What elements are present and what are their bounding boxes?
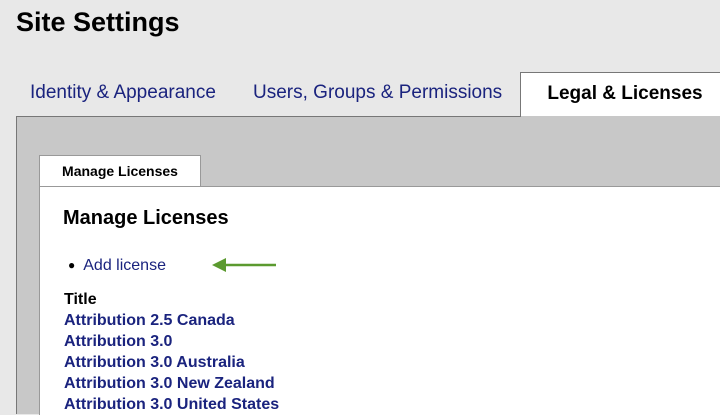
action-list: ● Add license [68, 255, 166, 276]
tab-users-groups-permissions[interactable]: Users, Groups & Permissions [253, 72, 502, 116]
left-arrow-icon [212, 258, 276, 272]
page-title: Site Settings [16, 7, 180, 37]
action-item: ● Add license [68, 255, 166, 276]
main-tabs: Identity & Appearance Users, Groups & Pe… [16, 72, 720, 116]
license-link-attribution-2-5-canada[interactable]: Attribution 2.5 Canada [64, 310, 279, 331]
manage-licenses-panel: Manage Licenses ● Add license Title Attri… [39, 186, 720, 415]
license-link-attribution-3-0-new-zealand[interactable]: Attribution 3.0 New Zealand [64, 373, 279, 394]
tab-content-panel: Manage Licenses Manage Licenses ● Add lic… [16, 116, 720, 415]
column-header-title: Title [64, 291, 97, 308]
license-link-attribution-3-0-united-states[interactable]: Attribution 3.0 United States [64, 394, 279, 415]
tab-identity-appearance[interactable]: Identity & Appearance [30, 72, 216, 116]
license-link-attribution-3-0-australia[interactable]: Attribution 3.0 Australia [64, 352, 279, 373]
active-tab-connector [521, 116, 720, 118]
section-title: Manage Licenses [63, 207, 229, 229]
license-table: Title Attribution 2.5 Canada Attribution… [64, 289, 279, 415]
add-license-link[interactable]: Add license [83, 257, 166, 274]
license-link-attribution-3-0[interactable]: Attribution 3.0 [64, 331, 279, 352]
bullet-icon: ● [68, 258, 76, 272]
tab-legal-licenses[interactable]: Legal & Licenses [520, 72, 720, 116]
subtab-manage-licenses[interactable]: Manage Licenses [39, 155, 201, 187]
